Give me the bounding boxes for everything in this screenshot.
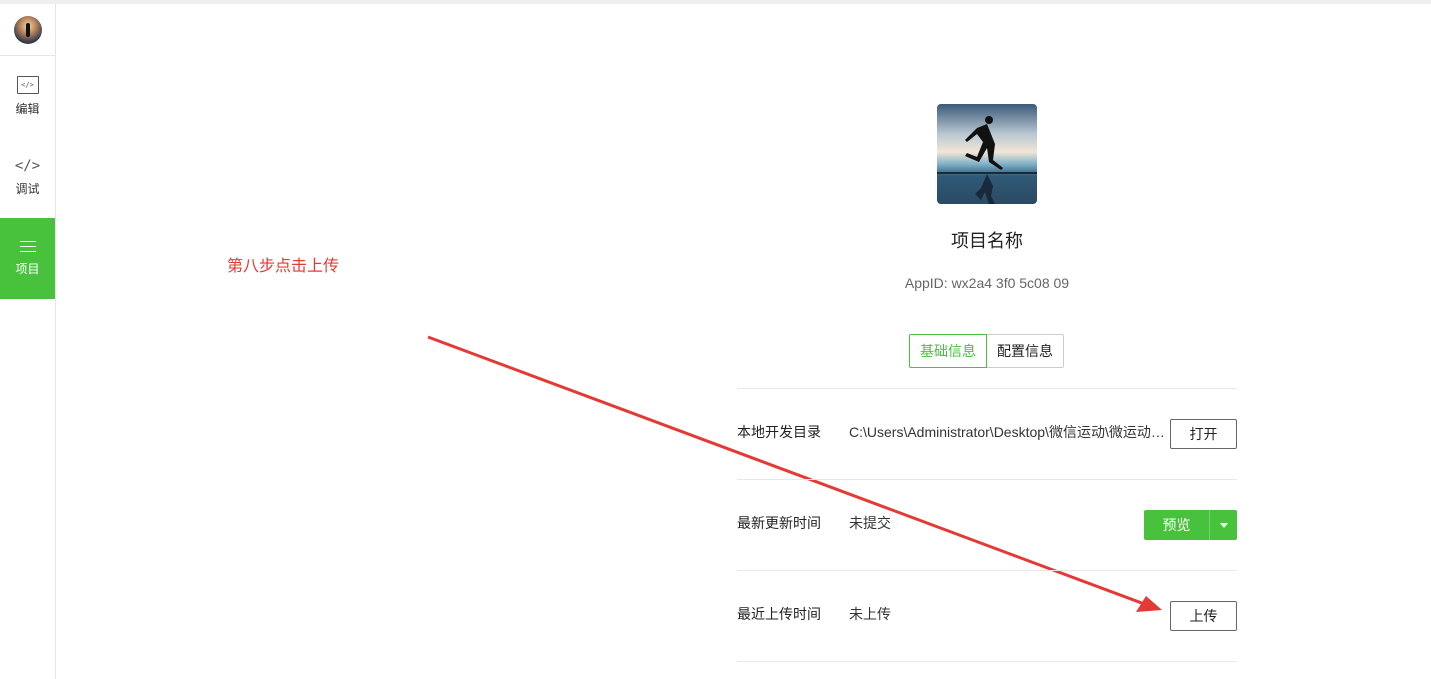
window-top-border (0, 0, 1431, 4)
annotation-text: 第八步点击上传 (227, 258, 340, 275)
preview-button[interactable]: 预览 (1144, 510, 1209, 540)
tab-basic-info[interactable]: 基础信息 (909, 334, 987, 368)
open-button[interactable]: 打开 (1170, 419, 1237, 449)
upload-button[interactable]: 上传 (1170, 601, 1237, 631)
divider (737, 661, 1237, 662)
sidebar-item-project[interactable]: 项目 (0, 218, 55, 299)
chevron-down-icon (1219, 522, 1228, 528)
project-appid: AppID: wx2a4 3f0 5c08 09 (904, 275, 1070, 291)
preview-dropdown-button[interactable] (1209, 510, 1237, 540)
app-logo (937, 104, 1037, 204)
annotation-arrow (427, 335, 1162, 612)
tab-config-info[interactable]: 配置信息 (987, 334, 1064, 368)
sidebar-item-label: 编辑 (15, 102, 40, 116)
local-dir-label: 本地开发目录 (737, 424, 821, 440)
last-upload-label: 最近上传时间 (737, 606, 821, 622)
last-update-value: 未提交 (849, 515, 891, 531)
divider (737, 570, 1237, 571)
divider (737, 388, 1237, 389)
last-update-label: 最新更新时间 (737, 515, 821, 531)
sidebar-item-debug[interactable]: </> 调试 (0, 137, 55, 218)
sidebar-item-label: 项目 (15, 262, 40, 276)
preview-split-button: 预览 (1144, 510, 1237, 540)
project-name: 项目名称 (951, 231, 1023, 251)
sidebar-item-label: 调试 (15, 182, 40, 196)
divider (737, 479, 1237, 480)
editor-icon: </> (16, 76, 39, 94)
info-tabs: 基础信息 配置信息 (909, 334, 1064, 368)
menu-icon (19, 241, 36, 252)
code-icon: </> (14, 158, 41, 174)
avatar[interactable] (13, 15, 42, 44)
avatar-area (0, 4, 55, 56)
last-upload-value: 未上传 (849, 606, 891, 622)
local-dir-value: C:\Users\Administrator\Desktop\微信运动\微运动… (849, 424, 1165, 440)
sidebar-item-editor[interactable]: </> 编辑 (0, 56, 55, 137)
sidebar: </> 编辑 </> 调试 项目 (0, 4, 56, 679)
